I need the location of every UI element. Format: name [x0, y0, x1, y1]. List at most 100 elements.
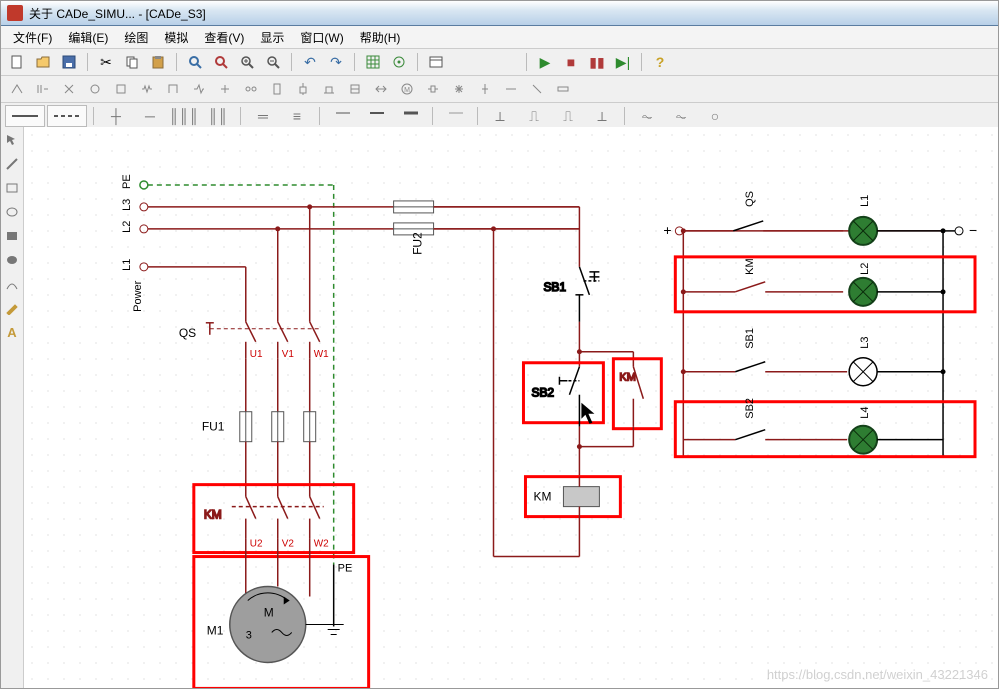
comp-21[interactable] — [525, 77, 549, 101]
svg-text:Power: Power — [132, 280, 144, 311]
svg-text:SB1: SB1 — [744, 328, 756, 349]
record-button[interactable]: ■ — [559, 50, 583, 74]
undo-icon: ↶ — [304, 55, 316, 69]
cap-6[interactable]: ⏦ — [665, 104, 697, 128]
menu-edit[interactable]: 编辑(E) — [60, 27, 116, 48]
record-icon: ■ — [567, 55, 575, 69]
menu-show[interactable]: 显示 — [252, 27, 292, 48]
svg-text:FU1: FU1 — [202, 420, 225, 434]
comp-2[interactable] — [31, 77, 55, 101]
cut-icon: ✂ — [100, 55, 112, 69]
open-button[interactable] — [31, 50, 55, 74]
svg-text:QS: QS — [744, 191, 756, 207]
svg-text:KM: KM — [744, 258, 756, 274]
comp-1[interactable] — [5, 77, 29, 101]
comp-15[interactable] — [369, 77, 393, 101]
switch-QS: QS U1 V1 W1 — [179, 322, 329, 360]
comp-4[interactable] — [83, 77, 107, 101]
motor-M1: M 3 M1 — [207, 587, 306, 663]
svg-text:KM: KM — [533, 490, 551, 504]
hline-2[interactable]: ≡ — [281, 104, 313, 128]
junction-dot[interactable]: ─ — [134, 104, 166, 128]
next-button[interactable]: ▶| — [611, 50, 635, 74]
undo-button[interactable]: ↶ — [298, 50, 322, 74]
phase-2[interactable]: ║║ — [202, 104, 234, 128]
cut-button[interactable]: ✂ — [94, 50, 118, 74]
comp-5[interactable] — [109, 77, 133, 101]
comp-7[interactable] — [161, 77, 185, 101]
tool-curve[interactable] — [3, 275, 21, 293]
line-a[interactable] — [439, 104, 471, 128]
tool-rect[interactable] — [3, 179, 21, 197]
comp-10[interactable] — [239, 77, 263, 101]
zoom-in-button[interactable] — [235, 50, 259, 74]
line-style-solid[interactable] — [5, 105, 45, 127]
tool-select[interactable] — [3, 131, 21, 149]
comp-20[interactable] — [499, 77, 523, 101]
separator — [641, 53, 642, 71]
comp-11[interactable] — [265, 77, 289, 101]
fuse-FU2 — [394, 201, 434, 235]
hline-1[interactable]: ═ — [247, 104, 279, 128]
zoom-out-button[interactable] — [261, 50, 285, 74]
separator — [93, 107, 94, 125]
tool-line[interactable] — [3, 155, 21, 173]
pause-button[interactable]: ▮▮ — [585, 50, 609, 74]
snap-button[interactable] — [387, 50, 411, 74]
comp-9[interactable] — [213, 77, 237, 101]
new-button[interactable] — [5, 50, 29, 74]
cap-5[interactable]: ⏦ — [631, 104, 663, 128]
canvas-area[interactable]: PE L3 L2 L1 Power — [24, 127, 998, 688]
grid-button[interactable] — [361, 50, 385, 74]
comp-13[interactable] — [317, 77, 341, 101]
contactor-KM-main: KM — [204, 497, 324, 539]
svg-text:M: M — [404, 87, 410, 94]
line-med[interactable] — [360, 104, 392, 128]
tool-text[interactable]: A — [3, 323, 21, 341]
comp-19[interactable] — [473, 77, 497, 101]
find-button[interactable] — [183, 50, 207, 74]
cap-3[interactable]: ⎍ — [552, 104, 584, 128]
toolbar-lines: ┼ ─ ║║║ ║║ ═ ≡ ⟂ ⎍ ⎍ ⟂ ⏦ ⏦ ○ — [1, 103, 998, 130]
junction-cross[interactable]: ┼ — [100, 104, 132, 128]
menu-help[interactable]: 帮助(H) — [352, 27, 409, 48]
svg-text:L3: L3 — [859, 337, 871, 349]
menu-window[interactable]: 窗口(W) — [292, 27, 351, 48]
comp-17[interactable] — [421, 77, 445, 101]
copy-button[interactable] — [120, 50, 144, 74]
cap-1[interactable]: ⟂ — [484, 104, 516, 128]
menu-view[interactable]: 查看(V) — [196, 27, 252, 48]
tool-fillellipse[interactable] — [3, 251, 21, 269]
comp-12[interactable] — [291, 77, 315, 101]
cap-7[interactable]: ○ — [699, 104, 731, 128]
run-button[interactable]: ▶ — [533, 50, 557, 74]
tool-ellipse[interactable] — [3, 203, 21, 221]
paste-button[interactable] — [146, 50, 170, 74]
cap-2[interactable]: ⎍ — [518, 104, 550, 128]
panel-button[interactable] — [424, 50, 448, 74]
tool-fillrect[interactable] — [3, 227, 21, 245]
comp-6[interactable] — [135, 77, 159, 101]
line-thin[interactable] — [326, 104, 358, 128]
comp-3[interactable] — [57, 77, 81, 101]
comp-16[interactable]: M — [395, 77, 419, 101]
redo-button[interactable]: ↷ — [324, 50, 348, 74]
help-button[interactable]: ? — [648, 50, 672, 74]
save-button[interactable] — [57, 50, 81, 74]
menu-file[interactable]: 文件(F) — [5, 27, 60, 48]
comp-22[interactable] — [551, 77, 575, 101]
cap-4[interactable]: ⟂ — [586, 104, 618, 128]
line-style-dash[interactable] — [47, 105, 87, 127]
menu-sim[interactable]: 模拟 — [156, 27, 196, 48]
separator — [87, 53, 88, 71]
separator — [319, 107, 320, 125]
phase-3[interactable]: ║║║ — [168, 104, 200, 128]
line-thick[interactable] — [394, 104, 426, 128]
find2-button[interactable] — [209, 50, 233, 74]
comp-18[interactable] — [447, 77, 471, 101]
comp-8[interactable] — [187, 77, 211, 101]
comp-14[interactable] — [343, 77, 367, 101]
tool-pen[interactable] — [3, 299, 21, 317]
menu-draw[interactable]: 绘图 — [116, 27, 156, 48]
titlebar: 关于 CADe_SIMU... - [CADe_S3] — [1, 1, 998, 26]
